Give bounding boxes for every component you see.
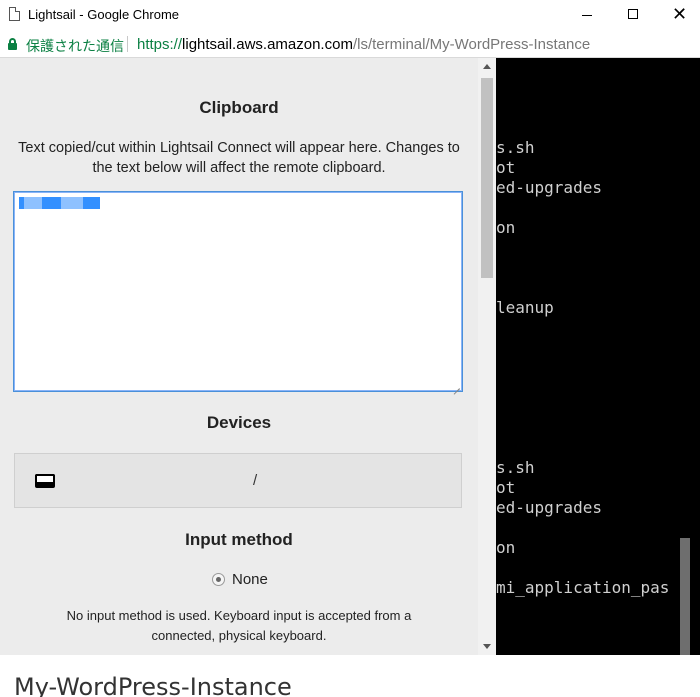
connect-side-panel: Clipboard Text copied/cut within Lightsa…	[0, 58, 478, 655]
url-field[interactable]: https://lightsail.aws.amazon.com/ls/term…	[137, 36, 590, 53]
page-icon	[9, 7, 20, 21]
close-button[interactable]: ✕	[656, 0, 700, 30]
scroll-up-arrow-icon[interactable]	[483, 64, 491, 69]
clipboard-selected-text	[19, 197, 100, 209]
device-label: /	[253, 472, 258, 489]
window-title: Lightsail - Google Chrome	[28, 7, 180, 22]
terminal-line: ot	[496, 158, 516, 177]
secure-connection-label[interactable]: 保護された通信	[26, 36, 124, 56]
terminal-line: mi_application_pas	[496, 578, 670, 597]
resize-handle-icon[interactable]	[452, 381, 460, 389]
address-separator	[127, 36, 128, 52]
input-method-heading: Input method	[185, 530, 293, 549]
page-header: My-WordPress-Instance	[0, 655, 700, 697]
terminal-line: on	[496, 218, 516, 237]
device-item[interactable]: /	[14, 453, 462, 508]
input-method-description: No input method is used. Keyboard input …	[66, 608, 412, 643]
panel-scrollbar[interactable]	[478, 58, 496, 655]
terminal-scrollbar[interactable]	[680, 58, 690, 655]
url-host: lightsail.aws.amazon.com	[182, 36, 353, 53]
terminal-line: s.sh	[496, 138, 535, 157]
terminal-line: ed-upgrades	[496, 178, 602, 197]
terminal-line: ed-upgrades	[496, 498, 602, 517]
radio-button[interactable]	[212, 573, 225, 586]
clipboard-heading: Clipboard	[199, 98, 279, 117]
url-scheme: https://	[137, 36, 183, 53]
terminal-edge	[690, 58, 700, 655]
lock-icon[interactable]	[8, 38, 17, 50]
terminal-line: leanup	[496, 298, 554, 317]
devices-heading: Devices	[206, 413, 272, 432]
terminal-line: s.sh	[496, 458, 535, 477]
close-icon: ✕	[672, 4, 688, 25]
terminal-line: ot	[496, 478, 516, 497]
clipboard-textarea[interactable]	[13, 191, 463, 392]
minimize-icon	[582, 15, 592, 16]
maximize-icon	[628, 9, 638, 19]
maximize-button[interactable]	[610, 0, 656, 30]
minimize-button[interactable]	[564, 0, 610, 30]
radio-label: None	[232, 571, 268, 588]
url-path: /ls/terminal/My-WordPress-Instance	[352, 36, 591, 53]
window-titlebar: Lightsail - Google Chrome ✕	[0, 0, 700, 30]
terminal-screen[interactable]: s.sh ot ed-upgrades on leanup s.sh ot ed-upgrad…	[496, 58, 700, 655]
drive-icon	[35, 474, 55, 488]
terminal-line: on	[496, 538, 516, 557]
address-bar: 保護された通信 https://lightsail.aws.amazon.com…	[0, 30, 700, 58]
scrollbar-thumb[interactable]	[481, 78, 493, 278]
clipboard-description: Text copied/cut within Lightsail Connect…	[18, 140, 460, 176]
scroll-down-arrow-icon[interactable]	[483, 644, 491, 649]
terminal-scrollbar-thumb[interactable]	[680, 538, 690, 655]
instance-title: My-WordPress-Instance	[14, 673, 292, 697]
radio-selected-dot	[216, 577, 221, 582]
